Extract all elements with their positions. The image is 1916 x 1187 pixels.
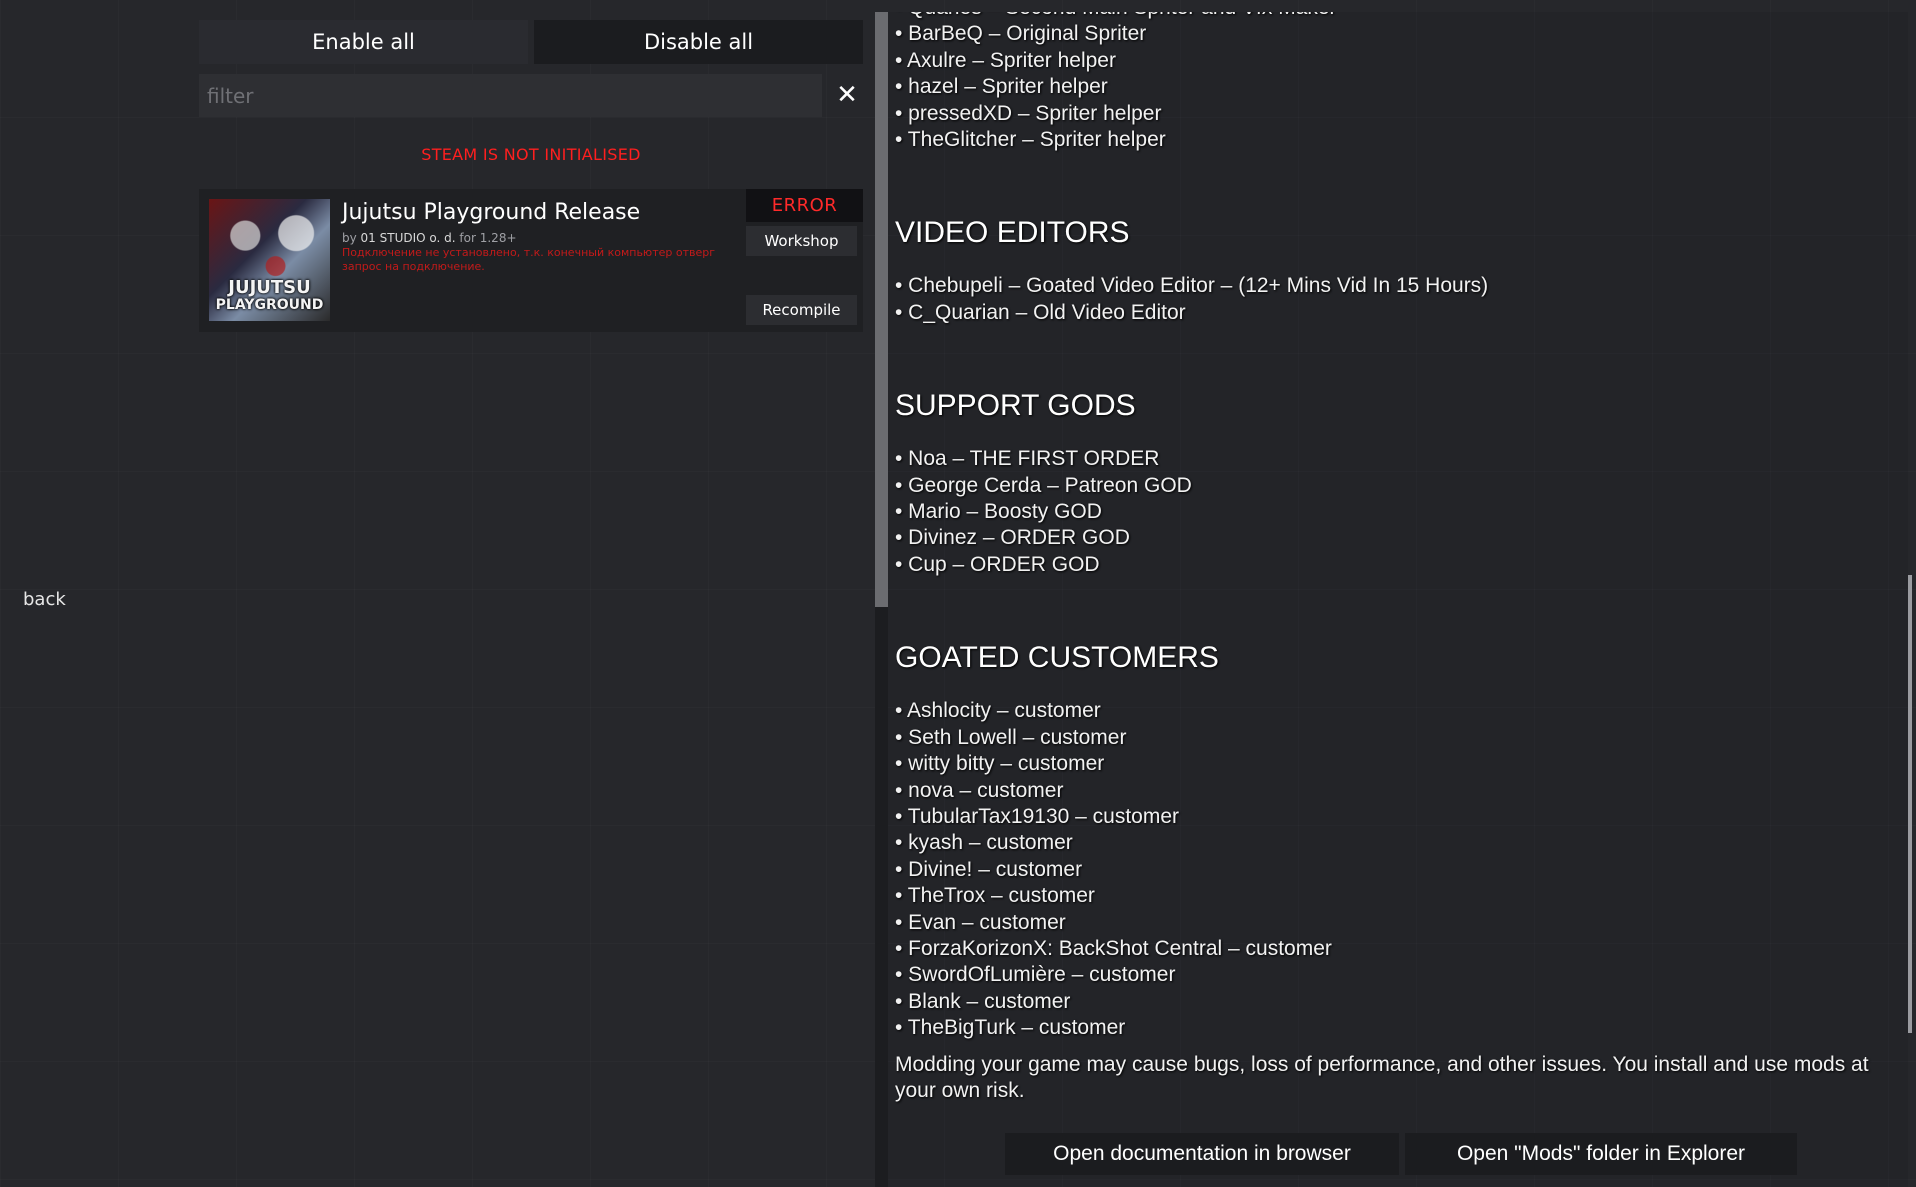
list-item: • pressedXD – Spriter helper [895,101,1162,125]
open-mods-folder-button[interactable]: Open "Mods" folder in Explorer [1405,1133,1797,1175]
back-button[interactable]: back [23,589,66,610]
disclaimer-text: Modding your game may cause bugs, loss o… [895,1053,1869,1103]
list-item: • TubularTax19130 – customer [895,804,1180,828]
open-documentation-button[interactable]: Open documentation in browser [1005,1133,1399,1175]
list-item: • Noa – THE FIRST ORDER [895,447,1160,471]
mod-error-message: Подключение не установлено, т.к. конечны… [342,246,716,273]
filter-input[interactable] [199,74,822,117]
customers-heading: GOATED CUSTOMERS [895,641,1219,675]
support-gods-list: • Noa – THE FIRST ORDER • George Cerda – … [888,446,1898,578]
list-item: • George Cerda – Patreon GOD [895,473,1192,497]
list-item: • Cup – ORDER GOD [895,552,1100,576]
filter-row: ✕ [199,74,863,117]
enable-all-button[interactable]: Enable all [199,20,528,64]
credits-panel: • Quaries – Second Main Spriter and Vfx … [888,12,1908,1187]
bulk-actions: Enable all Disable all [199,20,863,64]
disable-all-button[interactable]: Disable all [534,20,863,64]
status-badge: ERROR [746,189,863,222]
mod-author: 01 STUDIO o. d. [360,231,456,245]
support-gods-heading: SUPPORT GODS [895,389,1136,423]
mod-list-panel: Enable all Disable all ✕ STEAM IS NOT IN… [199,20,863,332]
workshop-button[interactable]: Workshop [746,226,857,256]
video-editors-heading: VIDEO EDITORS [895,216,1130,250]
mod-title: Jujutsu Playground Release [342,200,641,225]
list-item: • Chebupeli – Goated Video Editor – (12+… [895,274,1489,298]
list-item: • BarBeQ – Original Spriter [895,22,1147,46]
list-item: • hazel – Spriter helper [895,75,1108,99]
list-item: • Evan – customer [895,910,1066,934]
video-editors-list: • Chebupeli – Goated Video Editor – (12+… [888,273,1898,326]
mod-meta: by 01 STUDIO o. d. for 1.28+ [342,231,517,245]
list-item: • ForzaKorizonX: BackShot Central – cust… [895,936,1332,960]
list-item: • TheTrox – customer [895,884,1095,908]
mod-list-scrollbar[interactable] [875,12,888,1187]
mod-list-item[interactable]: JUJUTSU PLAYGROUND Jujutsu Playground Re… [199,189,863,332]
mod-list-scrollbar-thumb[interactable] [875,12,888,607]
spriters-list: • Quaries – Second Main Spriter and Vfx … [888,12,1898,153]
credits-scrollbar-thumb[interactable] [1908,575,1912,1033]
mod-version-note: for 1.28+ [459,231,517,245]
list-item: • Seth Lowell – customer [895,725,1127,749]
credits-list: • Quaries – Second Main Spriter and Vfx … [888,12,1898,1042]
list-item: • Ashlocity – customer [895,699,1101,723]
list-item: • Divine! – customer [895,857,1083,881]
mod-thumbnail: JUJUTSU PLAYGROUND [209,199,330,321]
steam-status-text: STEAM IS NOT INITIALISED [421,145,641,164]
list-item: • Axulre – Spriter helper [895,48,1116,72]
list-item: • witty bitty – customer [895,752,1105,776]
list-item: • Divinez – ORDER GOD [895,526,1130,550]
close-icon[interactable]: ✕ [832,79,862,111]
list-item: • nova – customer [895,778,1064,802]
list-item: • TheGlitcher – Spriter helper [895,128,1166,152]
list-item: • Quaries – Second Main Spriter and Vfx … [888,12,1898,21]
recompile-button[interactable]: Recompile [746,295,857,325]
mod-thumbnail-label: JUJUTSU PLAYGROUND [215,277,324,313]
list-item: • C_Quarian – Old Video Editor [895,300,1186,324]
customers-list: • Ashlocity – customer • Seth Lowell – cu… [888,698,1898,1041]
list-item: • SwordOfLumière – customer [895,963,1176,987]
list-item: • Blank – customer [895,989,1071,1013]
list-item: • Mario – Boosty GOD [895,500,1102,524]
list-item: • kyash – customer [895,831,1073,855]
list-item: • TheBigTurk – customer [895,1016,1126,1040]
